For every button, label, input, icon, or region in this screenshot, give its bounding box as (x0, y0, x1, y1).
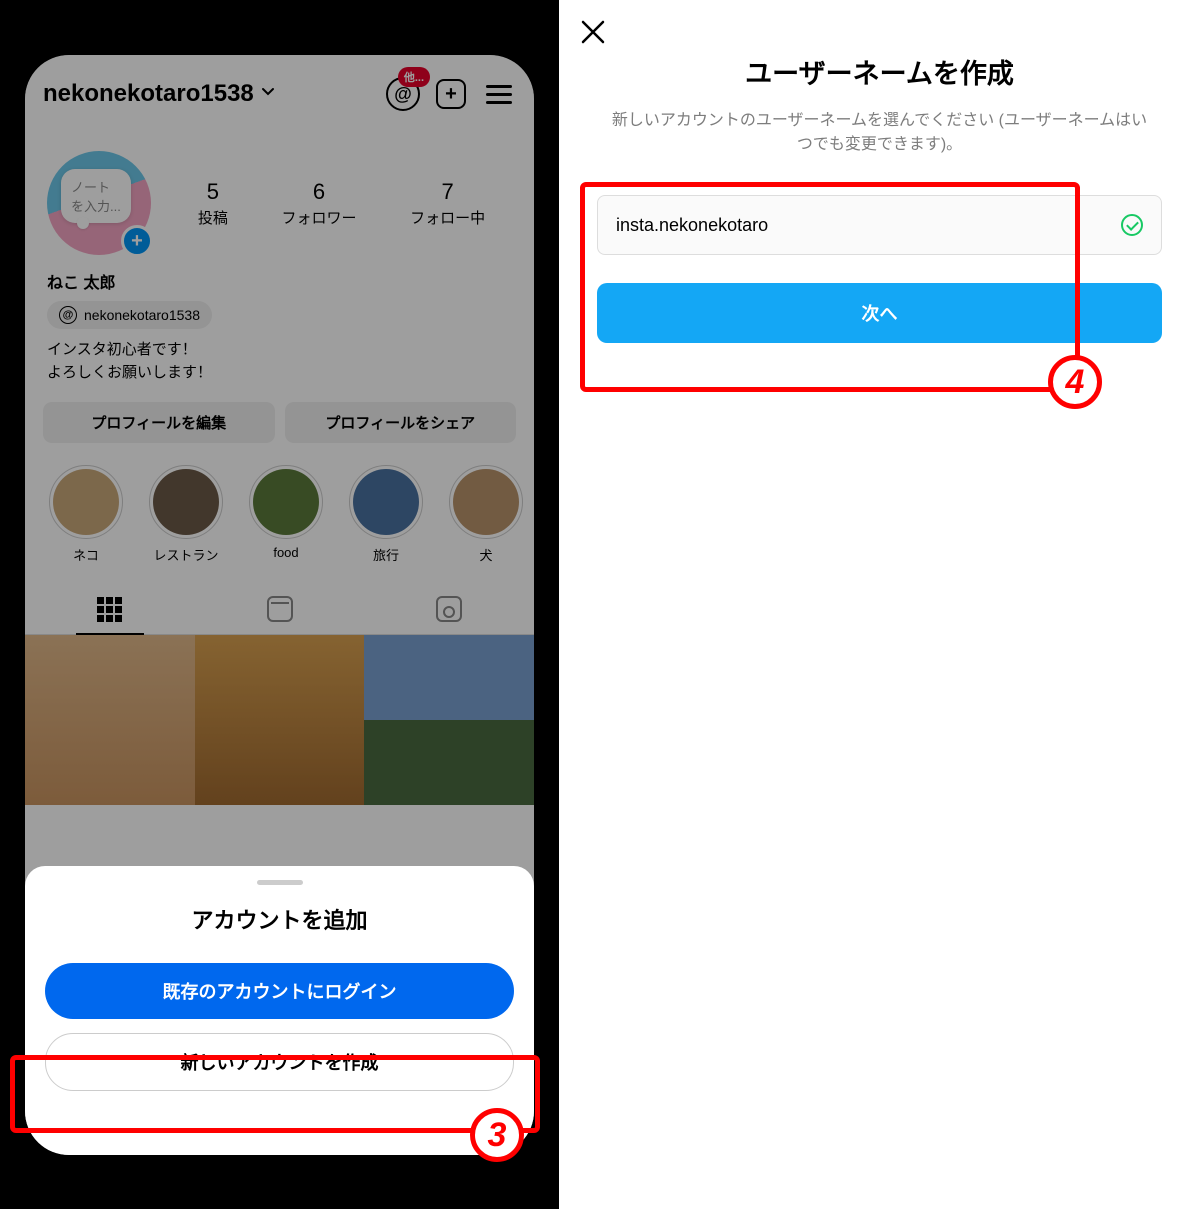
annotation-box-4 (580, 182, 1080, 392)
tab-grid[interactable] (25, 584, 195, 634)
header-username[interactable]: nekonekotaro1538 (43, 80, 254, 108)
reels-icon (267, 596, 293, 622)
page-title: ユーザーネームを作成 (579, 52, 1180, 91)
stat-following[interactable]: 7 フォロー中 (410, 179, 485, 228)
edit-profile-button[interactable]: プロフィールを編集 (43, 402, 275, 443)
profile-tabs (25, 584, 534, 635)
display-name: ねこ 太郎 (25, 263, 534, 293)
posts-grid (25, 635, 534, 805)
threads-handle-chip[interactable]: @ nekonekotaro1538 (47, 301, 212, 329)
stat-posts[interactable]: 5 投稿 (198, 179, 228, 228)
share-profile-button[interactable]: プロフィールをシェア (285, 402, 517, 443)
highlight-item[interactable]: food (247, 465, 325, 564)
profile-header: nekonekotaro1538 @ 他... + (25, 55, 534, 121)
post-thumb[interactable] (25, 635, 195, 805)
phone-frame-left: nekonekotaro1538 @ 他... + ノート を入力... (0, 0, 559, 1209)
add-story-icon[interactable]: + (121, 225, 153, 257)
hamburger-menu-icon[interactable] (482, 77, 516, 111)
phone-screen: nekonekotaro1538 @ 他... + ノート を入力... (25, 55, 534, 1155)
threads-handle-text: nekonekotaro1538 (84, 307, 200, 323)
sheet-title: アカウントを追加 (45, 903, 514, 935)
highlight-item[interactable]: 旅行 (347, 465, 425, 564)
annotation-number-3: 3 (470, 1108, 524, 1162)
notification-badge: 他... (398, 67, 430, 87)
check-ok-icon (1121, 214, 1143, 236)
sheet-handle[interactable] (257, 880, 303, 885)
create-post-icon[interactable]: + (434, 77, 468, 111)
chevron-down-icon[interactable] (260, 84, 276, 105)
login-existing-button[interactable]: 既存のアカウントにログイン (45, 963, 514, 1019)
tab-tagged[interactable] (364, 584, 534, 634)
tab-reels[interactable] (195, 584, 365, 634)
bio-text: インスタ初心者です！ よろしくお願いします！ (25, 329, 534, 384)
close-icon[interactable] (579, 18, 607, 54)
highlight-item[interactable]: 犬 (447, 465, 525, 564)
post-thumb[interactable] (195, 635, 365, 805)
threads-icon[interactable]: @ 他... (386, 77, 420, 111)
post-thumb[interactable] (364, 635, 534, 805)
highlight-item[interactable]: レストラン (147, 465, 225, 564)
highlight-item[interactable]: ネコ (47, 465, 125, 564)
stat-followers[interactable]: 6 フォロワー (281, 179, 356, 228)
annotation-box-3 (10, 1055, 540, 1133)
tagged-icon (436, 596, 462, 622)
grid-icon (97, 597, 122, 622)
note-bubble[interactable]: ノート を入力... (61, 169, 131, 223)
at-icon: @ (59, 306, 77, 324)
annotation-number-4: 4 (1048, 355, 1102, 409)
page-subtitle: 新しいアカウントのユーザーネームを選んでください (ユーザーネームはいつでも変更… (579, 109, 1180, 157)
highlights-row: ネコレストラン food 旅行犬 (25, 443, 534, 574)
